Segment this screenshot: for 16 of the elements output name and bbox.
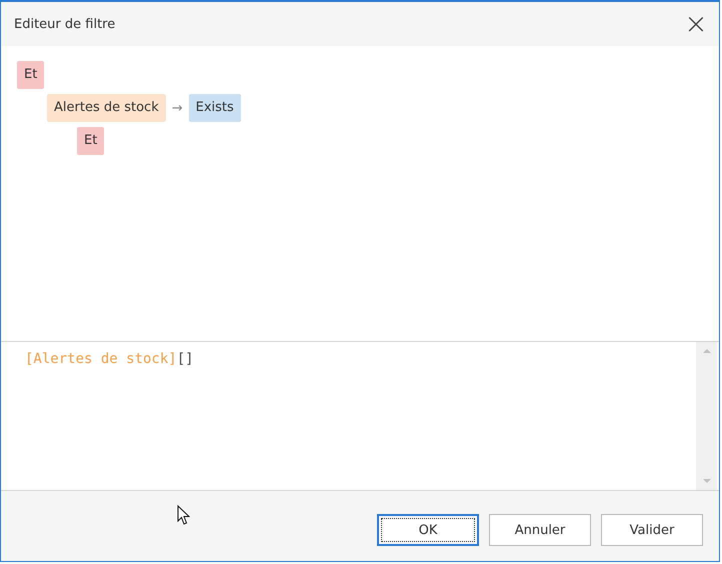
dialog-button[interactable]: Annuler — [489, 514, 591, 546]
operator[interactable]: Exists — [188, 94, 241, 122]
scrollbar[interactable] — [696, 342, 717, 490]
group-operator[interactable]: Et — [77, 127, 104, 155]
group-operator[interactable]: Et — [17, 61, 44, 89]
scroll-down-icon[interactable] — [702, 478, 712, 484]
expression-token: [Alertes de stock] — [25, 351, 177, 367]
scroll-up-icon[interactable] — [702, 348, 712, 354]
arrow-icon: → — [172, 100, 183, 116]
field-name[interactable]: Alertes de stock — [47, 94, 166, 122]
close-button[interactable]: × — [673, 4, 719, 44]
expression-token: [] — [176, 351, 194, 367]
dialog-button[interactable]: OK — [377, 514, 479, 546]
mouse-cursor-icon — [177, 505, 190, 526]
dialog-button[interactable]: Valider — [601, 514, 703, 546]
window-title: Editeur de filtre — [14, 16, 116, 32]
